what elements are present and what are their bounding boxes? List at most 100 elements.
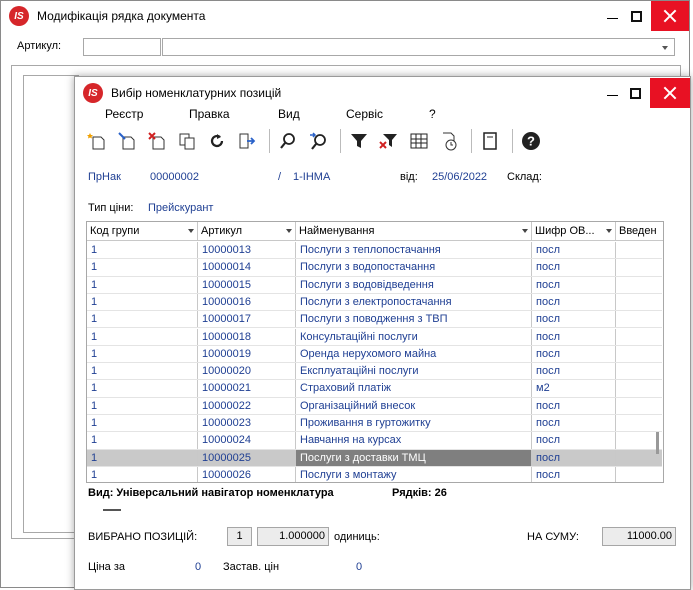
column-header-article[interactable]: Артикул	[198, 222, 296, 241]
table-row[interactable]: 1 10000024 Навчання на курсах посл	[87, 432, 662, 450]
sort-arrow-icon[interactable]	[286, 229, 292, 233]
front-maximize-button[interactable]	[620, 78, 650, 108]
table-row[interactable]: 1 10000019 Оренда нерухомого майна посл	[87, 345, 662, 364]
units-label: одиниць:	[334, 531, 380, 543]
menu-reestr[interactable]: Реєстр	[105, 107, 143, 121]
items-table[interactable]: Код групи Артикул Найменування Шифр ОВ..…	[86, 221, 664, 483]
table-header: Код групи Артикул Найменування Шифр ОВ..…	[87, 222, 663, 241]
export-icon[interactable]	[234, 128, 260, 154]
zastav-value: 0	[356, 561, 363, 573]
cell-article: 10000014	[198, 259, 296, 276]
doc-slash: /	[278, 171, 282, 183]
table-row[interactable]: 1 10000025 Послуги з доставки ТМЦ посл	[87, 449, 662, 467]
cell-name: Послуги з теплопостачання	[296, 242, 532, 259]
column-header-label: Введен	[619, 225, 657, 237]
table-icon[interactable]	[406, 128, 432, 154]
cell-unit: посл	[532, 293, 616, 311]
table-row[interactable]: 1 10000017 Послуги з поводження з ТВП посл	[87, 311, 662, 329]
vertical-scrollbar[interactable]	[654, 242, 662, 462]
back-close-button[interactable]	[651, 1, 689, 31]
column-header-label: Артикул	[201, 225, 243, 237]
filter-icon[interactable]	[346, 128, 372, 154]
delete-icon[interactable]	[144, 128, 170, 154]
menu-pravka[interactable]: Правка	[189, 107, 230, 121]
help-icon[interactable]: ?	[518, 128, 544, 154]
cell-group-code: 1	[87, 415, 198, 432]
find-icon[interactable]	[275, 128, 301, 154]
cell-unit: посл	[532, 259, 616, 276]
table-row[interactable]: 1 10000018 Консультаційні послуги посл	[87, 328, 662, 346]
table-row[interactable]: 1 10000015 Послуги з водовідведення посл	[87, 276, 662, 294]
clear-filter-icon[interactable]	[376, 128, 402, 154]
cell-article: 10000024	[198, 432, 296, 449]
maximize-icon	[629, 87, 641, 99]
column-header-label: Найменування	[299, 225, 375, 237]
table-row[interactable]: 1 10000022 Організаційний внесок посл	[87, 397, 662, 415]
view-status-text: Вид: Універсальний навігатор номенклатур…	[88, 487, 334, 499]
artikul-name-combo[interactable]	[162, 38, 675, 56]
artikul-code-field[interactable]	[83, 38, 161, 56]
selected-quantity-field[interactable]: 1.000000	[257, 527, 329, 546]
cell-name: Послуги з монтажу	[296, 466, 532, 482]
is-logo-icon: IS	[9, 6, 29, 26]
cell-group-code: 1	[87, 466, 198, 482]
cell-article: 10000017	[198, 311, 296, 328]
column-header-unit[interactable]: Шифр ОВ...	[532, 222, 616, 241]
svg-text:?: ?	[527, 134, 535, 149]
front-close-button[interactable]	[650, 78, 690, 108]
close-icon	[663, 9, 677, 23]
table-row[interactable]: 1 10000016 Послуги з електропостачання посл	[87, 293, 662, 312]
cell-group-code: 1	[87, 449, 198, 466]
table-row[interactable]: 1 10000020 Експлуатаційні послуги посл	[87, 363, 662, 381]
scrollbar-thumb[interactable]	[656, 432, 659, 454]
price-for-value: 0	[195, 561, 202, 573]
toolbar-separator	[340, 129, 341, 153]
cell-article: 10000018	[198, 328, 296, 345]
find-next-icon[interactable]	[305, 128, 331, 154]
cell-article: 10000016	[198, 293, 296, 311]
table-row[interactable]: 1 10000021 Страховий платіж м2	[87, 380, 662, 398]
cell-group-code: 1	[87, 259, 198, 276]
cell-name: Навчання на курсах	[296, 432, 532, 449]
refresh-icon[interactable]	[204, 128, 230, 154]
cell-group-code: 1	[87, 328, 198, 345]
column-header-entered[interactable]: Введен	[616, 222, 663, 241]
copy-icon[interactable]	[174, 128, 200, 154]
column-header-name[interactable]: Найменування	[296, 222, 532, 241]
cell-name: Послуги з доставки ТМЦ	[296, 449, 532, 466]
cell-article: 10000020	[198, 363, 296, 380]
sum-field[interactable]: 11000.00	[602, 527, 676, 546]
menu-vyd[interactable]: Вид	[278, 107, 300, 121]
column-header-label: Шифр ОВ...	[535, 225, 595, 237]
price-type-value: Прейскурант	[148, 202, 214, 214]
menu-help[interactable]: ?	[429, 107, 436, 121]
card-icon[interactable]	[477, 128, 503, 154]
cell-article: 10000015	[198, 276, 296, 293]
cell-name: Оренда нерухомого майна	[296, 345, 532, 363]
column-header-group-code[interactable]: Код групи	[87, 222, 198, 241]
rows-count: Рядків: 26	[392, 487, 447, 499]
cell-unit: посл	[532, 311, 616, 328]
horizontal-scrollbar[interactable]	[103, 509, 121, 511]
calendar-icon[interactable]	[436, 128, 462, 154]
table-row[interactable]: 1 10000026 Послуги з монтажу посл	[87, 466, 663, 482]
toolbar-separator	[269, 129, 270, 153]
selected-count-field[interactable]: 1	[227, 527, 252, 546]
table-row[interactable]: 1 10000023 Проживання в гуртожитку посл	[87, 415, 662, 433]
cell-group-code: 1	[87, 397, 198, 414]
sort-arrow-icon[interactable]	[522, 229, 528, 233]
sort-arrow-icon[interactable]	[606, 229, 612, 233]
cell-group-code: 1	[87, 242, 198, 259]
table-row[interactable]: 1 10000014 Послуги з водопостачання посл	[87, 259, 662, 277]
table-row[interactable]: 1 10000013 Послуги з теплопостачання посл	[87, 242, 662, 260]
warehouse-label: Склад:	[507, 171, 542, 183]
chevron-down-icon[interactable]	[662, 46, 668, 50]
sort-arrow-icon[interactable]	[188, 229, 194, 233]
cell-name: Послуги з водовідведення	[296, 276, 532, 293]
add-icon[interactable]	[84, 128, 110, 154]
menu-servis[interactable]: Сервіс	[346, 107, 383, 121]
edit-icon[interactable]	[114, 128, 140, 154]
cell-name: Послуги з поводження з ТВП	[296, 311, 532, 328]
cell-entered	[616, 467, 663, 482]
back-maximize-button[interactable]	[621, 1, 651, 31]
